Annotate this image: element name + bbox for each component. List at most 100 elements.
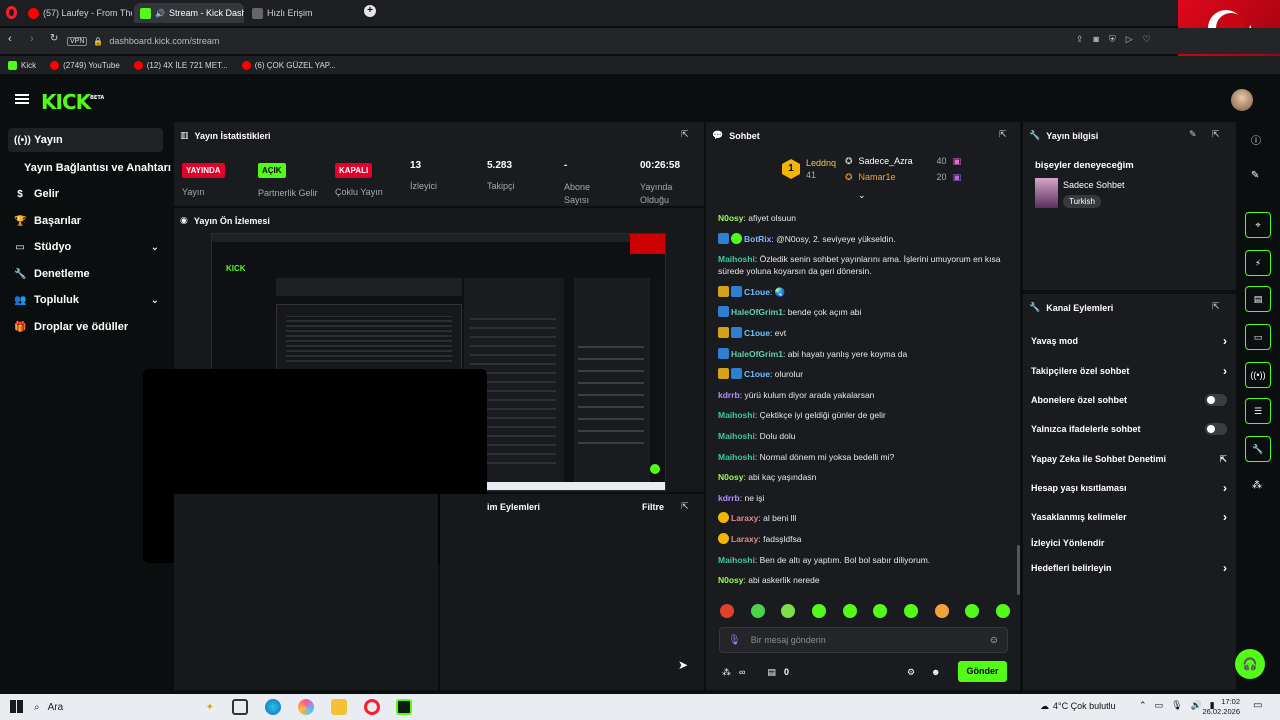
emote-icon[interactable] xyxy=(811,604,826,618)
share-icon[interactable]: ⇪ xyxy=(1076,34,1084,45)
channel-action-item[interactable]: Hesap yaşı kısıtlaması › xyxy=(1031,479,1227,497)
support-headset-icon[interactable]: 🎧 xyxy=(1235,649,1265,679)
chat-username[interactable]: C1oue xyxy=(744,287,770,297)
sidebar-item-topluluk[interactable]: 👥 Topluluk ⌄ xyxy=(8,288,163,312)
chevron-right-icon[interactable]: › xyxy=(1223,561,1227,575)
windows-start-icon[interactable] xyxy=(10,700,23,713)
external-link-icon[interactable]: ⇱ xyxy=(1219,454,1227,465)
sidebar-item-droplar[interactable]: 🎁 Droplar ve ödüller xyxy=(8,315,163,339)
tab-youtube[interactable]: (57) Laufey - From The St xyxy=(22,3,132,23)
opera-menu-icon[interactable] xyxy=(6,6,17,19)
notification-icon[interactable]: ▭ xyxy=(1253,700,1262,711)
clock[interactable]: 17:02 26.02.2026 xyxy=(1200,697,1240,717)
chevron-right-icon[interactable]: › xyxy=(1223,364,1227,378)
send-button[interactable]: Gönder xyxy=(958,661,1007,682)
channel-action-item[interactable]: Yasaklanmış kelimeler › xyxy=(1031,508,1227,526)
hamburger-menu-icon[interactable] xyxy=(15,94,29,104)
chat-username[interactable]: C1oue xyxy=(744,328,770,338)
channel-action-item[interactable]: İzleyici Yönlendir xyxy=(1031,534,1227,552)
chat-username[interactable]: Maihoshi xyxy=(718,410,755,420)
broadcast-icon[interactable]: ((•)) xyxy=(1245,362,1271,388)
url-field[interactable]: VPN 🔒 dashboard.kick.com/stream xyxy=(67,32,1172,50)
chat-username[interactable]: N0osy xyxy=(718,472,744,482)
edge-icon[interactable] xyxy=(265,699,281,715)
chat-username[interactable]: N0osy xyxy=(718,213,744,223)
popout-icon[interactable]: ⇱ xyxy=(681,501,689,512)
sidebar-item-studyo[interactable]: ▭ Stüdyo ⌄ xyxy=(8,235,163,259)
chevron-up-icon[interactable]: ⌃ xyxy=(1139,700,1147,711)
weather-widget[interactable]: ☁ 4°C Çok bulutlu xyxy=(1040,701,1116,712)
emote-icon[interactable] xyxy=(965,604,980,618)
emote-icon[interactable] xyxy=(995,604,1010,618)
chevron-down-icon[interactable]: ⌄ xyxy=(151,242,159,253)
vpn-badge[interactable]: VPN xyxy=(67,36,88,46)
emote-icon[interactable] xyxy=(781,604,796,618)
mic-icon[interactable]: 🎙 xyxy=(1171,700,1182,711)
pencil-icon[interactable]: ✎ xyxy=(1251,170,1259,181)
reload-icon[interactable]: ↻ xyxy=(50,33,58,44)
sidebar-item-stream-key[interactable]: Yayın Bağlantısı ve Anahtarı xyxy=(18,156,173,180)
channel-action-item[interactable]: Hedefleri belirleyin › xyxy=(1031,559,1227,577)
chat-username[interactable]: Maihoshi xyxy=(718,431,755,441)
opera-icon[interactable] xyxy=(364,699,380,715)
chat-username[interactable]: kdrrb xyxy=(718,493,740,503)
popout-icon[interactable]: ⇱ xyxy=(1212,301,1220,312)
channel-action-item[interactable]: Yavaş mod › xyxy=(1031,332,1227,350)
heart-icon[interactable]: ♡ xyxy=(1143,34,1151,45)
chat-icon[interactable]: ▭ xyxy=(1245,324,1271,350)
chat-username[interactable]: Maihoshi xyxy=(718,452,755,462)
chat-username[interactable]: Maihoshi xyxy=(718,254,755,264)
expand-leaderboard-icon[interactable]: ⌄ xyxy=(858,190,866,201)
forward-icon[interactable]: › xyxy=(30,33,34,45)
popout-icon[interactable]: ⇱ xyxy=(999,129,1007,140)
chevron-right-icon[interactable]: › xyxy=(1223,510,1227,524)
sidebar-item-denetleme[interactable]: 🔧 Denetleme xyxy=(8,262,163,286)
bookmark-video-1[interactable]: (12) 4X İLE 721 MET... xyxy=(133,60,228,70)
chat-input[interactable]: 🎙 Bir mesaj gönderin ☺ xyxy=(719,627,1008,653)
speaker-icon[interactable]: 🔊 xyxy=(155,9,165,18)
popout-icon[interactable]: ⇱ xyxy=(1212,129,1220,140)
task-view-icon[interactable] xyxy=(232,699,248,715)
back-icon[interactable]: ‹ xyxy=(8,33,12,45)
copilot-icon[interactable] xyxy=(298,699,314,715)
bookmark-video-2[interactable]: (6) ÇOK GÜZEL YAP... xyxy=(241,60,336,70)
tool-icon[interactable]: 🔧 xyxy=(1245,436,1271,462)
bot-icon[interactable]: ☻ xyxy=(931,667,940,677)
emoji-icon[interactable]: ☺ xyxy=(989,635,999,646)
taskbar-search[interactable]: ⌕ Ara ✦ xyxy=(34,697,214,717)
tab-kick-dashboard[interactable]: 🔊 Stream - Kick Dashbo xyxy=(134,3,244,23)
camera-icon[interactable]: ◙ xyxy=(1094,34,1099,45)
chat-username[interactable]: Laraxy xyxy=(731,534,758,544)
file-explorer-icon[interactable] xyxy=(331,699,347,715)
tab-quick-access[interactable]: Hızlı Erişim xyxy=(246,3,346,23)
filter-button[interactable]: Filtre xyxy=(642,502,664,512)
microphone-icon[interactable]: 🎙 xyxy=(728,635,741,646)
user-avatar[interactable] xyxy=(1231,89,1253,111)
document-icon[interactable]: ▤ xyxy=(1245,286,1271,312)
emote-icon[interactable] xyxy=(934,604,949,618)
emote-icon[interactable] xyxy=(842,604,857,618)
info-icon[interactable]: ⓘ xyxy=(1251,132,1261,147)
sidebar-item-yayin[interactable]: ((•)) Yayın xyxy=(8,128,163,152)
bookmark-youtube[interactable]: (2749) YouTube xyxy=(50,60,120,70)
sidebar-item-basarilar[interactable]: 🏆 Başarılar xyxy=(8,209,163,233)
shield-icon[interactable]: ⛨ xyxy=(1109,34,1116,45)
emote-icon[interactable] xyxy=(720,604,734,618)
new-tab-button[interactable]: + xyxy=(364,5,376,17)
chevron-down-icon[interactable]: ⌄ xyxy=(151,295,159,306)
channel-action-item[interactable]: Abonelere özel sohbet xyxy=(1031,391,1227,409)
emote-icon[interactable] xyxy=(903,604,918,618)
chat-username[interactable]: BotRix xyxy=(744,234,771,244)
channel-action-item[interactable]: Takipçilere özel sohbet › xyxy=(1031,362,1227,380)
popout-icon[interactable]: ⇱ xyxy=(681,129,689,140)
play-icon[interactable]: ▷ xyxy=(1126,34,1133,45)
toggle-switch[interactable] xyxy=(1205,423,1227,435)
network-icon[interactable]: ▭ xyxy=(1155,700,1164,711)
chat-username[interactable]: N0osy xyxy=(718,575,744,585)
users-icon[interactable]: ⁂ xyxy=(722,667,731,678)
target-icon[interactable]: ⌖ xyxy=(1245,212,1271,238)
chest-icon[interactable]: ▤ xyxy=(767,667,776,678)
server-icon[interactable]: ☰ xyxy=(1245,398,1271,424)
channel-action-item[interactable]: Yapay Zeka ile Sohbet Denetimi ⇱ xyxy=(1031,450,1227,468)
sidebar-item-gelir[interactable]: $ Gelir xyxy=(8,182,163,206)
